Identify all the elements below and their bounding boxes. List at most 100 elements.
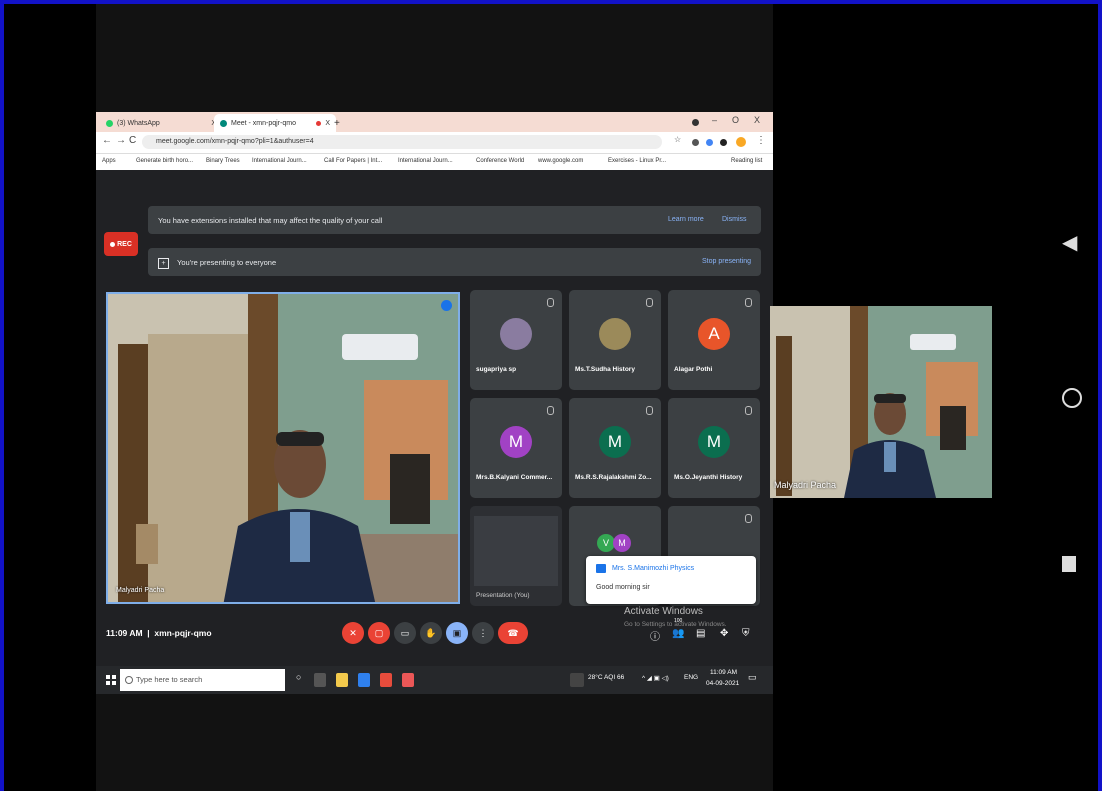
tab-whatsapp[interactable]: (3) WhatsApp X [100,114,222,132]
meeting-code: xmn-pqjr-qmo [154,628,212,638]
camera-off-button[interactable]: ▢ [368,622,390,644]
chat-message: Good morning sir [596,584,650,591]
participant-tile[interactable]: M Ms.O.Jeyanthi History [668,398,760,498]
browser-tab-bar: (3) WhatsApp X Meet - xmn-pqjr-qmo X + –… [96,112,773,132]
minimize-button[interactable]: – [712,115,717,125]
main-speaker-video[interactable]: Malyadri Pacha [106,292,460,604]
avatar[interactable] [736,137,746,147]
present-button[interactable]: ▣ [446,622,468,644]
profile-icon[interactable] [692,119,699,126]
meeting-time: 11:09 AM [106,628,143,638]
extension-icon[interactable] [692,139,699,146]
raise-hand-button[interactable]: ✋ [420,622,442,644]
back-icon[interactable]: ◀ [1062,230,1077,255]
apps-bookmark[interactable]: Apps [102,158,116,164]
star-icon[interactable]: ☆ [674,135,681,144]
bookmarks-bar: Apps Generate birth horo... Binary Trees… [96,154,773,171]
end-call-button[interactable]: ☎ [498,622,528,644]
notification-icon[interactable]: ▭ [748,672,757,683]
avatar: M [599,426,631,458]
home-icon[interactable] [1062,388,1082,408]
chat-icon[interactable]: ▤ [696,628,705,639]
chat-notification[interactable]: Mrs. S.Manimozhi Physics Good morning si… [586,556,756,604]
captions-button[interactable]: ▭ [394,622,416,644]
windows-taskbar: Type here to search ○ 28°C AQI 66 ^ ◢ ▣ … [96,666,773,694]
phone-screen: (3) WhatsApp X Meet - xmn-pqjr-qmo X + –… [4,4,1098,791]
weather-icon [570,673,584,687]
mic-off-icon [646,406,653,415]
host-controls-icon[interactable]: ⛨ [742,628,750,639]
bookmark-item[interactable]: Generate birth horo... [136,158,193,164]
mic-off-button[interactable]: ✕ [342,622,364,644]
weather-text[interactable]: 28°C AQI 66 [588,674,624,681]
bookmark-item[interactable]: www.google.com [538,158,583,164]
presentation-label: Presentation (You) [476,592,530,599]
self-view-frame [770,306,992,498]
speaking-indicator-icon [441,300,452,311]
recents-icon[interactable] [1062,556,1076,572]
bookmark-item[interactable]: Call For Papers | Int... [324,158,382,164]
bookmark-item[interactable]: Conference World [476,158,524,164]
participant-tile[interactable]: M Ms.R.S.Rajalakshmi Zo... [569,398,661,498]
extension-icon[interactable] [706,139,713,146]
forward-icon[interactable]: → [116,135,126,146]
taskbar-search-input[interactable]: Type here to search [120,669,285,691]
app-icon[interactable] [402,673,414,687]
participant-name: Ms.O.Jeyanthi History [674,474,743,481]
bookmark-item[interactable]: International Journ... [252,158,307,164]
learn-more-link[interactable]: Learn more [668,216,704,223]
stop-presenting-button[interactable]: Stop presenting [702,258,751,265]
tab-meet[interactable]: Meet - xmn-pqjr-qmo X [214,114,336,132]
participant-tile[interactable]: M Mrs.B.Kalyani Commer... [470,398,562,498]
more-options-button[interactable]: ⋮ [472,622,494,644]
shared-desktop-screen: (3) WhatsApp X Meet - xmn-pqjr-qmo X + –… [96,4,773,791]
avatar: M [500,426,532,458]
activities-icon[interactable]: ✥ [720,628,728,639]
mic-off-icon [547,406,554,415]
mic-off-icon [745,298,752,307]
bookmark-item[interactable]: Exercises - Linux Pr... [608,158,666,164]
people-icon[interactable]: 👥 [672,628,684,639]
participant-tile[interactable]: A Alagar Pothi [668,290,760,390]
clock-time[interactable]: 11:09 AM [710,669,737,676]
language-indicator[interactable]: ENG [684,674,698,681]
participant-tile[interactable]: sugapriya sp [470,290,562,390]
windows-start-icon[interactable] [106,675,116,685]
bookmark-item[interactable]: International Journ... [398,158,453,164]
reload-icon[interactable]: C [129,135,136,146]
cortana-icon[interactable]: ○ [296,672,301,682]
task-view-icon[interactable] [314,673,326,687]
back-icon[interactable]: ← [102,135,112,146]
tab-label: (3) WhatsApp [117,119,160,127]
extension-banner: You have extensions installed that may a… [148,206,761,234]
participant-name: Mrs.B.Kalyani Commer... [476,474,553,481]
maximize-button[interactable]: O [732,115,739,125]
file-explorer-icon[interactable] [336,673,348,687]
speaker-video-frame [108,294,458,602]
participant-name: Alagar Pothi [674,366,713,373]
tab-label: Meet - xmn-pqjr-qmo [231,119,296,127]
tray-icons[interactable]: ^ ◢ ▣ ◁) [642,674,669,682]
powerpoint-icon[interactable] [380,673,392,687]
clock-date[interactable]: 04-09-2021 [706,680,739,687]
participant-tile[interactable]: Ms.T.Sudha History [569,290,661,390]
menu-icon[interactable]: ⋮ [756,135,766,146]
bookmark-item[interactable]: Binary Trees [206,158,240,164]
self-view-video[interactable]: Malyadri Pacha [770,306,992,498]
close-button[interactable]: X [754,115,760,125]
participant-name: Ms.T.Sudha History [575,366,635,373]
presentation-preview [474,516,558,586]
puzzle-icon[interactable] [720,139,727,146]
new-tab-button[interactable]: + [328,114,346,132]
reading-list[interactable]: Reading list [731,158,762,164]
url-input[interactable]: meet.google.com/xmn-pqjr-qmo?pli=1&authu… [142,135,662,149]
avatar: M [698,426,730,458]
presenting-text: You're presenting to everyone [177,258,277,267]
meet-icon [220,119,227,127]
presentation-tile[interactable]: Presentation (You) [470,506,562,606]
dismiss-button[interactable]: Dismiss [722,216,747,223]
mic-off-icon [745,406,752,415]
chrome-icon[interactable] [358,673,370,687]
info-icon[interactable]: ⓘ [650,628,660,643]
rec-label: REC [117,240,132,248]
